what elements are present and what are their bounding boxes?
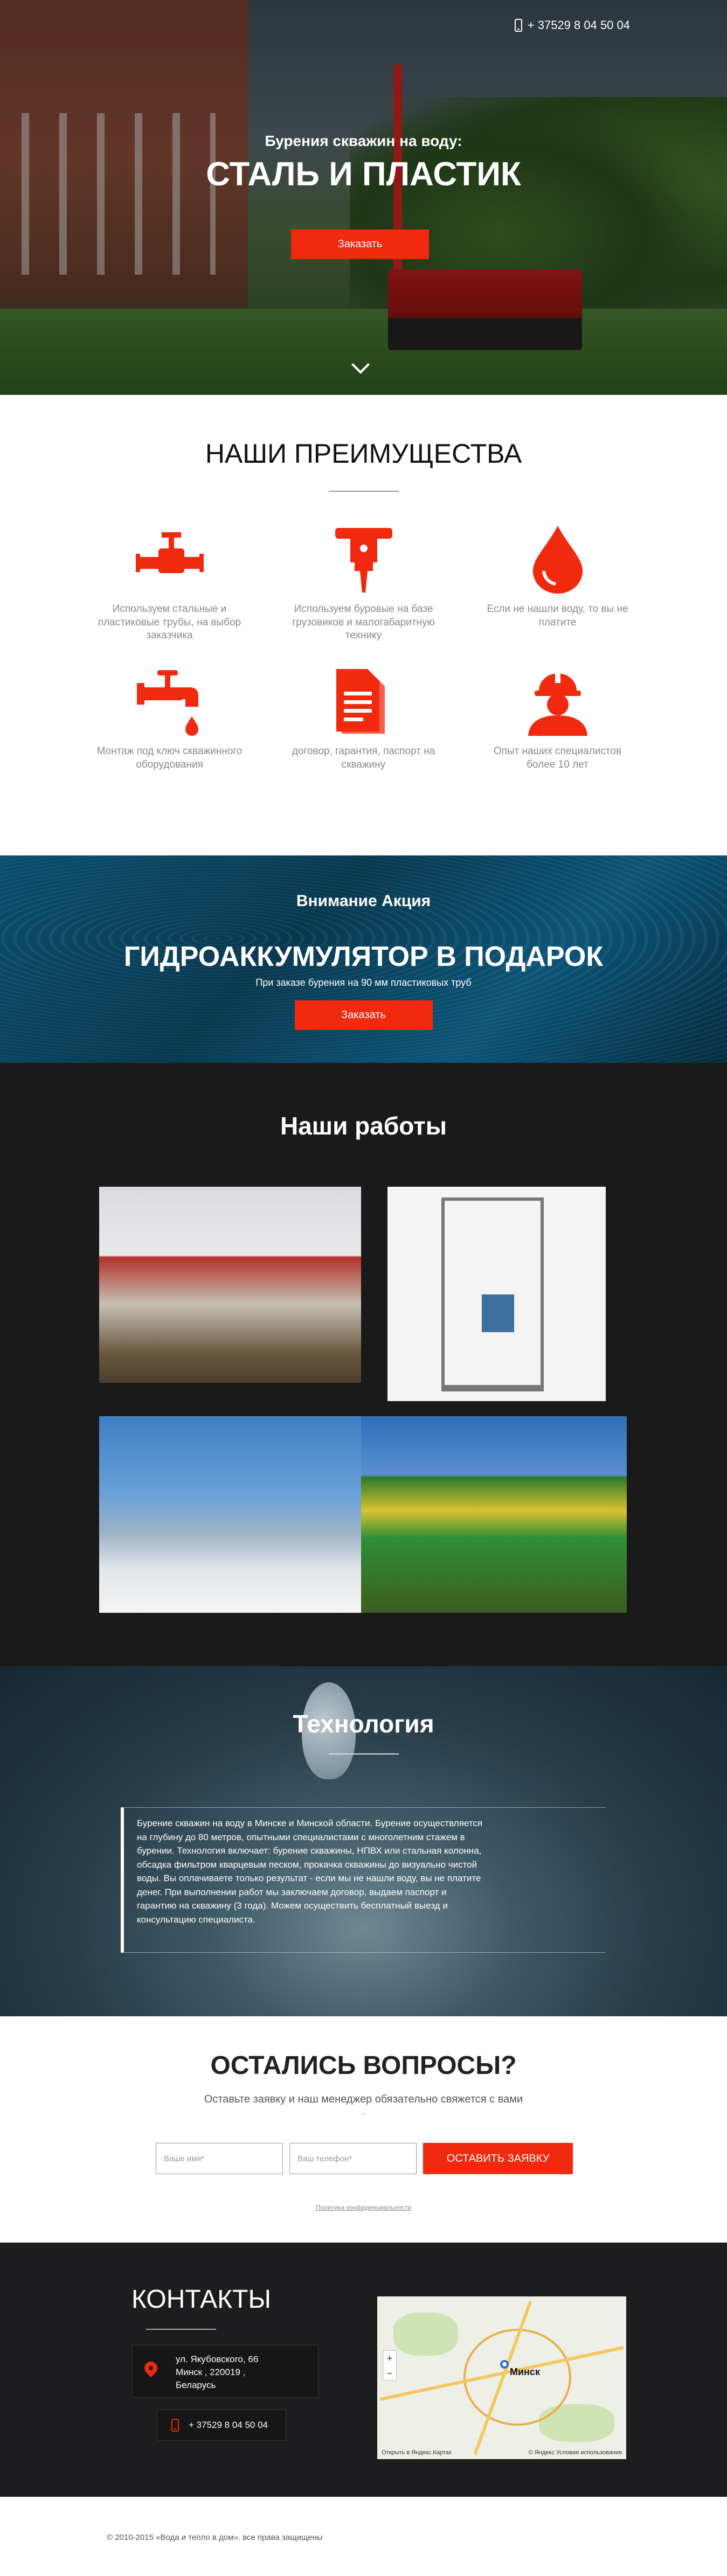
section-divider [328,491,399,492]
advantage-text: Опыт наших специалистов более 10 лет [493,746,622,770]
hero-title: СТАЛЬ И ПЛАСТИК [206,156,521,193]
map-city-label: Минск [510,2366,540,2377]
address-line: Минск , 220019 , [176,2366,246,2377]
address-card: ул. Якубовского, 66 Минск , 220019 , Бел… [132,2345,319,2398]
map-marker-icon[interactable] [500,2360,509,2369]
map-zoom-control: + − [383,2350,397,2380]
advantage-text: Монтаж под ключ скважинного оборудования [96,746,243,770]
work-photo-house-drilling[interactable] [99,1187,361,1383]
advantages-grid: Используем стальные и пластиковые трубы,… [73,522,655,771]
worker-icon [520,664,596,740]
map-terms-link[interactable]: © Яндекс Условия использования [529,2449,622,2456]
promo-label: Внимание Акция [296,892,431,910]
phone-input[interactable] [289,2143,417,2174]
technology-section: Технология Бурение скважин на воду в Мин… [0,1666,727,2016]
advantages-section: НАШИ ПРЕИМУЩЕСТВА Используем стальные и … [0,395,727,855]
works-section: Наши работы [0,1063,727,1666]
advantage-item: Используем буровые на базе грузовиков и … [267,522,461,643]
location-pin-icon [142,2359,160,2377]
hero-overlay [0,0,727,395]
zoom-out-button[interactable]: − [383,2366,396,2381]
document-icon [326,664,401,740]
questions-title: ОСТАЛИСЬ ВОПРОСЫ? [210,2051,517,2080]
page-footer: © 2010-2015 «Вода и тепло в дом». все пр… [0,2497,727,2576]
water-drop-icon [520,522,596,597]
yandex-map[interactable]: Минск + − Открыть в Яндекс.Картах © Янде… [377,2296,626,2459]
advantage-item: Монтаж под ключ скважинного оборудования [73,664,267,771]
promo-section: Внимание Акция ГИДРОАККУМУЛЯТОР В ПОДАРО… [0,855,727,1063]
contacts-phone-link[interactable]: + 37529 8 04 50 04 [157,2410,286,2441]
contacts-phone-number: + 37529 8 04 50 04 [189,2420,268,2430]
section-divider [146,2329,216,2330]
hero-subtitle: Бурения скважин на воду: [265,133,462,149]
valve-icon [132,522,207,597]
questions-section: ОСТАЛИСЬ ВОПРОСЫ? Оставьте заявку и наш … [0,2016,727,2243]
questions-dash: - [362,2109,365,2118]
submit-request-button[interactable]: ОСТАВИТЬ ЗАЯВКУ [423,2143,573,2174]
header-phone-number: + 37529 8 04 50 04 [527,18,630,32]
questions-subtitle: Оставьте заявку и наш менеджер обязатель… [204,2093,523,2105]
request-form: ОСТАВИТЬ ЗАЯВКУ [156,2143,573,2174]
address-line: ул. Якубовского, 66 [176,2354,259,2364]
header-phone-link[interactable]: + 37529 8 04 50 04 [514,18,630,32]
contacts-section: КОНТАКТЫ ул. Якубовского, 66 Минск , 220… [0,2243,727,2497]
work-photo-country-house[interactable] [361,1416,627,1613]
advantage-text: Используем стальные и пластиковые трубы,… [98,603,241,642]
rig-motor [482,1294,514,1332]
map-park [393,2313,458,2356]
zoom-in-button[interactable]: + [383,2351,396,2366]
advantage-item: договор, гарантия, паспорт на скважину [267,664,461,771]
advantage-text: Используем буровые на базе грузовиков и … [292,603,435,642]
hero-section: + 37529 8 04 50 04 Бурения скважин на во… [0,0,727,395]
technology-text: Бурение скважин на воду в Минске и Минск… [137,1818,483,1925]
open-in-yandex-link[interactable]: Открыть в Яндекс.Картах [382,2449,452,2456]
promo-text: При заказе бурения на 90 мм пластиковых … [255,977,472,988]
hero-order-button[interactable]: Заказать [291,229,429,259]
technology-title: Технология [293,1710,434,1738]
section-divider [328,1753,399,1755]
promo-order-button[interactable]: Заказать [294,1000,433,1030]
work-photo-drilling-rig[interactable] [387,1187,606,1401]
copyright-text: © 2010-2015 «Вода и тепло в дом». все пр… [107,2533,323,2542]
advantage-item: Используем стальные и пластиковые трубы,… [73,522,267,643]
mobile-phone-icon [171,2419,179,2432]
jackhammer-icon [326,522,401,597]
advantage-item: Опыт наших специалистов более 10 лет [461,664,655,771]
advantage-item: Если не нашли воду, то вы не платите [461,522,655,643]
address-line: Беларусь [176,2379,216,2390]
advantage-text: договор, гарантия, паспорт на скважину [292,746,435,770]
advantage-text: Если не нашли воду, то вы не платите [487,603,628,628]
privacy-policy-link[interactable]: Политика конфиденциальности [0,2204,727,2211]
promo-title: ГИДРОАККУМУЛЯТОР В ПОДАРОК [123,941,604,972]
mobile-phone-icon [514,19,522,32]
name-input[interactable] [156,2143,283,2174]
contacts-title: КОНТАКТЫ [131,2285,271,2314]
works-title: Наши работы [280,1112,447,1140]
technology-text-box: Бурение скважин на воду в Минске и Минск… [121,1807,606,1953]
advantages-title: НАШИ ПРЕИМУЩЕСТВА [205,438,522,469]
work-photo-winter-site[interactable] [99,1416,361,1613]
faucet-icon [132,664,207,740]
